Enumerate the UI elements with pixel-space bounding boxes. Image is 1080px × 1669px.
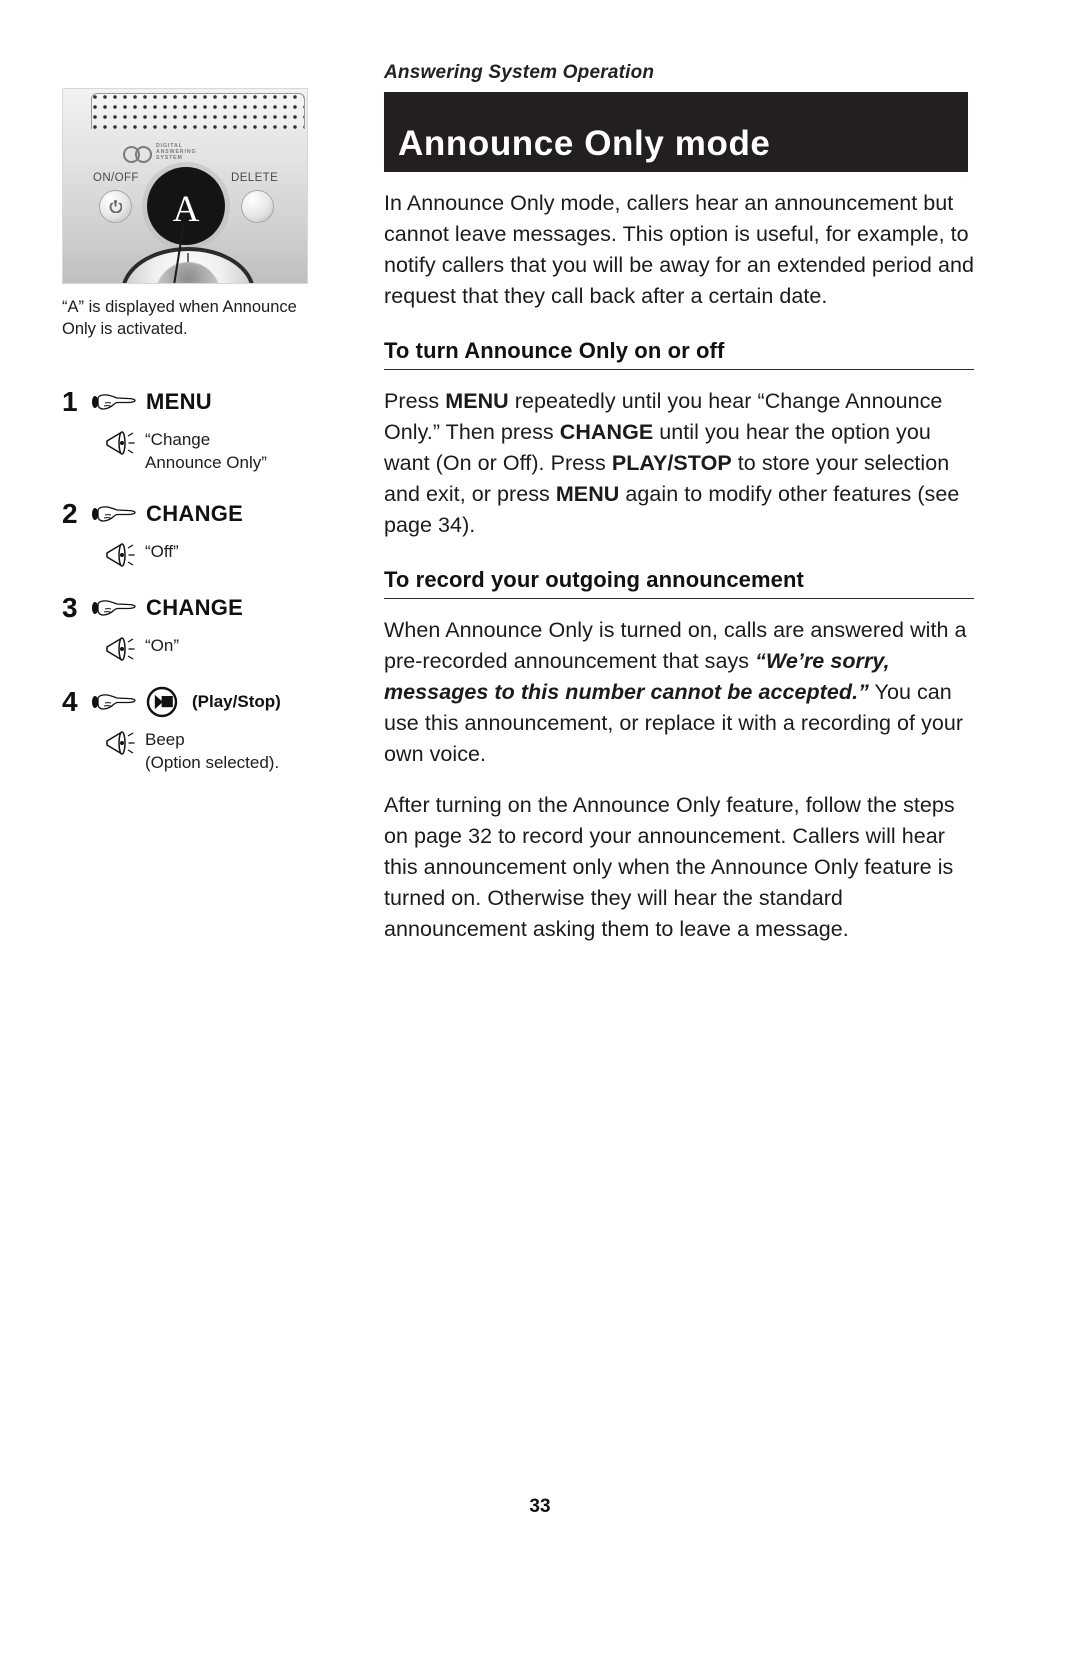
step-item: 2 CHANGE “Off” <box>62 492 362 568</box>
left-column: DIGITAL ANSWERING SYSTEM ON/OFF DELETE A… <box>62 88 362 792</box>
step-header: 1 MENU <box>62 380 362 424</box>
step-item: 1 MENU “Change Announce Only” <box>62 380 362 474</box>
speaker-grille <box>91 93 305 129</box>
brand-line-3: SYSTEM <box>156 155 183 161</box>
play-stop-button[interactable] <box>156 261 220 283</box>
running-head: Answering System Operation <box>384 62 655 83</box>
s1-key-menu-2: MENU <box>555 482 620 506</box>
step-paren-label: (Play/Stop) <box>192 692 281 711</box>
s1-key-menu: MENU <box>445 389 509 413</box>
status-display: A <box>147 167 225 245</box>
delete-label: DELETE <box>231 172 279 184</box>
section-heading-record-announcement: To record your outgoing announcement <box>384 567 974 599</box>
cassette-reels-icon <box>123 145 152 163</box>
brand-logo: DIGITAL ANSWERING SYSTEM <box>123 143 196 163</box>
pointing-hand-icon <box>92 600 136 616</box>
step-key-label: CHANGE <box>146 501 244 526</box>
audio-line-1: “Change <box>145 430 211 449</box>
step-audio-text: “On” <box>145 634 179 657</box>
speaker-icon <box>106 543 135 567</box>
on-off-button[interactable] <box>99 190 132 223</box>
step-audio-text: “Off” <box>145 540 179 563</box>
audio-line-2: Announce Only” <box>145 453 267 472</box>
step-audio-feedback: “On” <box>102 634 362 662</box>
audio-line-1: Beep <box>145 730 185 749</box>
step-audio-feedback: Beep (Option selected). <box>102 728 362 774</box>
page-number: 33 <box>529 1496 551 1517</box>
section-2-paragraph-2: After turning on the Announce Only featu… <box>384 793 955 941</box>
device-photo: DIGITAL ANSWERING SYSTEM ON/OFF DELETE A… <box>62 88 308 284</box>
step-number: 3 <box>62 592 78 623</box>
page-title-bar: Announce Only mode <box>384 92 968 172</box>
step-key-label: CHANGE <box>146 595 244 620</box>
step-audio-feedback: “Change Announce Only” <box>102 428 362 474</box>
step-key-label: MENU <box>146 389 212 414</box>
step-item: 4 (Play/Stop) Beep (Option selected). <box>62 680 362 774</box>
section-1-paragraph: Press MENU repeatedly until you hear “Ch… <box>384 386 974 541</box>
pointing-hand-icon <box>92 506 136 522</box>
s1-key-playstop: PLAY/STOP <box>611 451 732 475</box>
display-character: A <box>172 188 200 230</box>
step-item: 3 CHANGE “On” <box>62 586 362 662</box>
s1-key-change: CHANGE <box>559 420 654 444</box>
navigation-dial[interactable]: REPEAT SKIP <box>121 247 255 283</box>
step-header: 3 CHANGE <box>62 586 362 630</box>
speaker-icon <box>106 637 135 661</box>
step-list: 1 MENU “Change Announce Only” 2 CHANGE “… <box>62 380 362 774</box>
s1-text-1: Press <box>384 389 446 413</box>
audio-line-1: “On” <box>145 636 179 655</box>
figure-caption: “A” is displayed when Announce Only is a… <box>62 298 297 338</box>
section-heading-turn-on-off: To turn Announce Only on or off <box>384 338 974 370</box>
page-title: Announce Only mode <box>398 124 771 163</box>
right-column: In Announce Only mode, callers hear an a… <box>384 188 974 965</box>
section-2-paragraph-1: When Announce Only is turned on, calls a… <box>384 615 974 770</box>
step-number: 4 <box>62 686 78 717</box>
on-off-label: ON/OFF <box>93 172 139 184</box>
delete-button[interactable] <box>241 190 274 223</box>
step-audio-text: Beep (Option selected). <box>145 728 279 774</box>
audio-line-2: (Option selected). <box>145 753 280 772</box>
intro-paragraph: In Announce Only mode, callers hear an a… <box>384 191 974 308</box>
step-audio-text: “Change Announce Only” <box>145 428 267 474</box>
step-audio-feedback: “Off” <box>102 540 362 568</box>
audio-line-1: “Off” <box>145 542 179 561</box>
speaker-icon <box>106 731 135 755</box>
pointing-hand-icon <box>92 694 136 710</box>
step-header: 2 CHANGE <box>62 492 362 536</box>
play-stop-icon[interactable] <box>146 686 178 718</box>
speaker-icon <box>106 431 135 455</box>
step-number: 1 <box>62 386 78 417</box>
power-icon <box>109 200 122 213</box>
pointing-hand-icon <box>92 394 136 410</box>
step-number: 2 <box>62 498 78 529</box>
brand-text: DIGITAL ANSWERING SYSTEM <box>156 143 196 161</box>
manual-page: DIGITAL ANSWERING SYSTEM ON/OFF DELETE A… <box>0 0 1080 1669</box>
step-header: 4 (Play/Stop) <box>62 680 362 724</box>
